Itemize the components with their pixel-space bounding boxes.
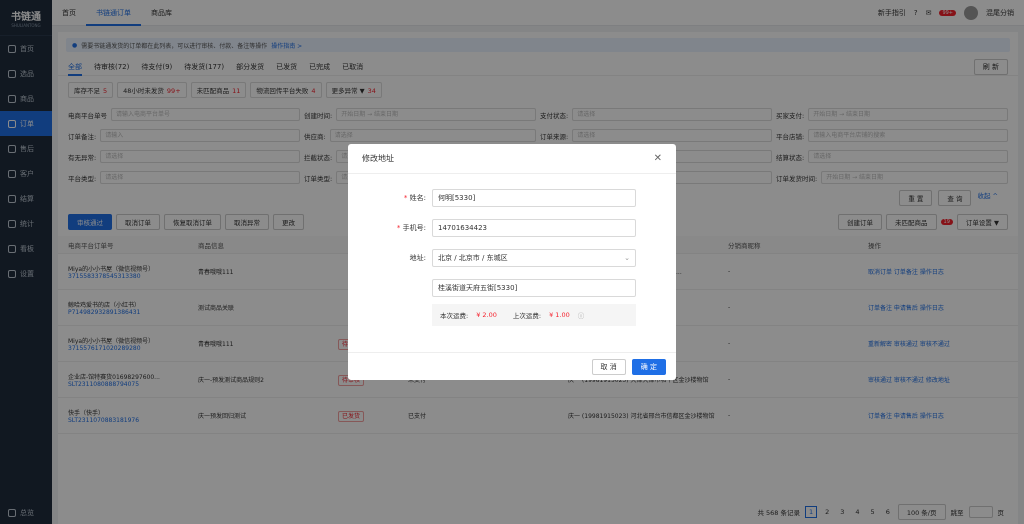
phone-label: * 手机号: <box>396 224 426 232</box>
modal-title: 修改地址 <box>362 154 394 163</box>
cancel-button[interactable]: 取 消 <box>591 358 626 375</box>
freight-label: 本次运费: <box>440 312 469 320</box>
freight-value: ¥ 2.00 <box>476 311 497 319</box>
last-freight-value: ¥ 1.00 <box>549 311 570 319</box>
phone-field[interactable]: 14701634423 <box>432 219 636 237</box>
freight-box: 本次运费: ¥ 2.00 上次运费: ¥ 1.00 ⓘ <box>432 304 636 326</box>
confirm-button[interactable]: 确 定 <box>631 358 666 375</box>
edit-address-modal: 修改地址 ✕ * 姓名: 何明[5330] * 手机号: 14701634423 地… <box>348 144 676 380</box>
last-freight-label: 上次运费: <box>512 312 542 320</box>
close-icon[interactable]: ✕ <box>654 153 662 164</box>
question-icon[interactable]: ⓘ <box>578 310 585 320</box>
chevron-down-icon: ⌄ <box>624 254 630 262</box>
region-value: 北京 / 北京市 / 东城区 <box>438 254 508 262</box>
address-label: 地址: <box>409 254 426 262</box>
name-field[interactable]: 何明[5330] <box>432 189 636 207</box>
address-detail-field[interactable]: 桂溪街道天府五街[5330] <box>432 279 636 297</box>
name-label: * 姓名: <box>403 194 426 202</box>
region-select[interactable]: 北京 / 北京市 / 东城区 ⌄ <box>432 249 636 267</box>
